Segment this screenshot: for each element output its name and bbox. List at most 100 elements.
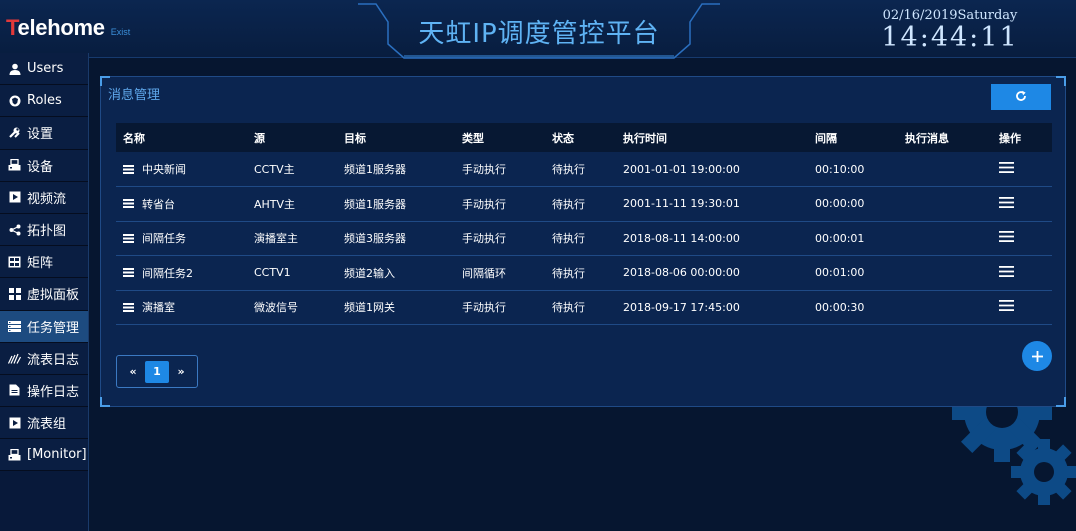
sidebar-item-roles[interactable]: Roles bbox=[0, 85, 88, 118]
row-menu-icon[interactable] bbox=[999, 265, 1014, 280]
task-name: 演播室 bbox=[142, 301, 175, 315]
row-menu-icon[interactable] bbox=[999, 196, 1014, 211]
shield-icon bbox=[8, 94, 21, 107]
logo-subtitle: Exist bbox=[110, 27, 131, 37]
sidebar-item-task-management[interactable]: 任务管理 bbox=[0, 310, 88, 343]
task-list-icon bbox=[123, 302, 134, 315]
sidebar-item-settings[interactable]: 设置 bbox=[0, 117, 88, 150]
task-target: 频道1服务器 bbox=[344, 197, 406, 211]
matrix-icon bbox=[8, 255, 21, 268]
sidebar-item-label: 操作日志 bbox=[27, 384, 80, 400]
row-menu-icon[interactable] bbox=[999, 300, 1014, 314]
sidebar-item-flow-group[interactable]: 流表组 bbox=[0, 407, 88, 440]
sidebar-item-label: 流表组 bbox=[27, 417, 67, 433]
sidebar-item-label: [Monitor] bbox=[27, 447, 87, 463]
add-task-button[interactable] bbox=[1022, 341, 1052, 371]
task-exec-message bbox=[898, 290, 992, 325]
refresh-icon bbox=[1015, 90, 1027, 105]
share-icon bbox=[8, 223, 21, 236]
task-list-icon bbox=[123, 233, 134, 246]
panel-corner bbox=[100, 397, 110, 407]
task-target: 频道1服务器 bbox=[344, 163, 406, 176]
sidebar-item-operation-log[interactable]: 操作日志 bbox=[0, 374, 88, 408]
sidebar-item-users[interactable]: Users bbox=[0, 53, 88, 86]
panel-title: 消息管理 bbox=[108, 88, 161, 103]
task-interval: 00:10:00 bbox=[815, 162, 865, 176]
task-status: 待执行 bbox=[552, 163, 585, 176]
panel-corner bbox=[1056, 397, 1066, 407]
wrench-icon bbox=[8, 126, 21, 139]
task-interval: 00:01:00 bbox=[815, 266, 865, 280]
grid-icon bbox=[8, 287, 21, 300]
sidebar-item-label: 任务管理 bbox=[27, 320, 80, 336]
task-status: 待执行 bbox=[552, 197, 585, 211]
task-list-icon bbox=[123, 164, 134, 177]
pagination-page-button[interactable]: 1 bbox=[145, 360, 169, 383]
pagination-next-button[interactable]: » bbox=[169, 361, 193, 383]
sidebar-item-label: 设置 bbox=[27, 127, 54, 143]
device-icon bbox=[8, 159, 21, 172]
sidebar-item-video-streams[interactable]: 视频流 bbox=[0, 181, 88, 214]
sidebar-item-monitor[interactable]: [Monitor] bbox=[0, 439, 88, 472]
task-interval: 00:00:00 bbox=[815, 197, 865, 211]
task-type: 间隔循环 bbox=[462, 266, 506, 280]
row-menu-icon[interactable] bbox=[999, 162, 1014, 176]
clock-time: 14:44:11 bbox=[881, 22, 1019, 53]
task-exec-message bbox=[898, 152, 992, 187]
task-name: 间隔任务 bbox=[142, 232, 186, 246]
sidebar-item-flow-log[interactable]: 流表日志 bbox=[0, 342, 88, 375]
panel-corner bbox=[1056, 76, 1066, 86]
column-header-interval[interactable]: 间隔 bbox=[808, 123, 898, 152]
sidebar-item-topology[interactable]: 拓扑图 bbox=[0, 213, 88, 247]
chart-icon bbox=[8, 352, 21, 365]
column-header-exec-message[interactable]: 执行消息 bbox=[898, 123, 992, 152]
play-icon bbox=[8, 191, 21, 204]
task-interval: 00:00:01 bbox=[815, 231, 865, 245]
table-row[interactable]: 中央新闻 CCTV主 频道1服务器 手动执行 待执行 2001-01-01 19… bbox=[116, 152, 1052, 187]
page-title: 天虹IP调度管控平台 bbox=[418, 19, 660, 49]
task-table: 名称 源 目标 类型 状态 执行时间 间隔 执行消息 操作 中央新闻 CCTV主… bbox=[116, 123, 1052, 325]
task-name: 中央新闻 bbox=[142, 163, 186, 176]
task-exec-time: 2001-11-11 19:30:01 bbox=[623, 197, 740, 211]
task-type: 手动执行 bbox=[462, 163, 506, 176]
sidebar-item-label: Users bbox=[27, 61, 64, 77]
task-source: 微波信号 bbox=[254, 301, 298, 315]
task-target: 频道2输入 bbox=[344, 266, 395, 280]
table-row[interactable]: 演播室 微波信号 频道1网关 手动执行 待执行 2018-09-17 17:45… bbox=[116, 290, 1052, 325]
task-status: 待执行 bbox=[552, 301, 585, 315]
sidebar-item-virtual-panel[interactable]: 虚拟面板 bbox=[0, 278, 88, 311]
sidebar: Users Roles 设置 设备 视频流 拓扑图 矩阵 虚拟面板 任务管理 流… bbox=[0, 53, 89, 531]
sidebar-item-matrix[interactable]: 矩阵 bbox=[0, 246, 88, 279]
task-status: 待执行 bbox=[552, 266, 585, 280]
column-header-status[interactable]: 状态 bbox=[545, 123, 616, 152]
column-header-target[interactable]: 目标 bbox=[337, 123, 455, 152]
clock: 02/16/2019Saturday 14:44:11 bbox=[880, 8, 1020, 53]
task-type: 手动执行 bbox=[462, 232, 506, 246]
task-type: 手动执行 bbox=[462, 301, 506, 315]
logo-initial: T bbox=[6, 15, 18, 40]
task-list-icon bbox=[123, 198, 134, 211]
task-exec-time: 2018-08-06 00:00:00 bbox=[623, 266, 740, 280]
pagination-prev-button[interactable]: « bbox=[121, 361, 145, 383]
sidebar-item-devices[interactable]: 设备 bbox=[0, 149, 88, 182]
task-interval: 00:00:30 bbox=[815, 300, 865, 314]
device-icon bbox=[8, 448, 21, 461]
table-row[interactable]: 转省台 AHTV主 频道1服务器 手动执行 待执行 2001-11-11 19:… bbox=[116, 187, 1052, 221]
task-target: 频道3服务器 bbox=[344, 232, 406, 246]
message-management-panel: 消息管理 名称 源 目标 类型 状态 执行时间 间隔 执行消息 操作 中央新闻 … bbox=[100, 76, 1066, 407]
refresh-button[interactable] bbox=[991, 84, 1051, 110]
column-header-type[interactable]: 类型 bbox=[455, 123, 545, 152]
table-row[interactable]: 间隔任务2 CCTV1 频道2输入 间隔循环 待执行 2018-08-06 00… bbox=[116, 256, 1052, 290]
task-source: 演播室主 bbox=[254, 232, 298, 246]
row-menu-icon[interactable] bbox=[999, 231, 1014, 245]
task-source: AHTV主 bbox=[254, 197, 296, 211]
task-source: CCTV1 bbox=[254, 266, 291, 280]
column-header-source[interactable]: 源 bbox=[247, 123, 337, 152]
table-row[interactable]: 间隔任务 演播室主 频道3服务器 手动执行 待执行 2018-08-11 14:… bbox=[116, 221, 1052, 256]
task-exec-time: 2018-08-11 14:00:00 bbox=[623, 231, 740, 245]
sidebar-item-label: 流表日志 bbox=[27, 352, 80, 368]
app-header: Telehome Exist 天虹IP调度管控平台 02/16/2019Satu… bbox=[0, 0, 1076, 59]
task-status: 待执行 bbox=[552, 232, 585, 246]
column-header-name[interactable]: 名称 bbox=[116, 123, 247, 152]
column-header-exec-time[interactable]: 执行时间 bbox=[616, 123, 808, 152]
